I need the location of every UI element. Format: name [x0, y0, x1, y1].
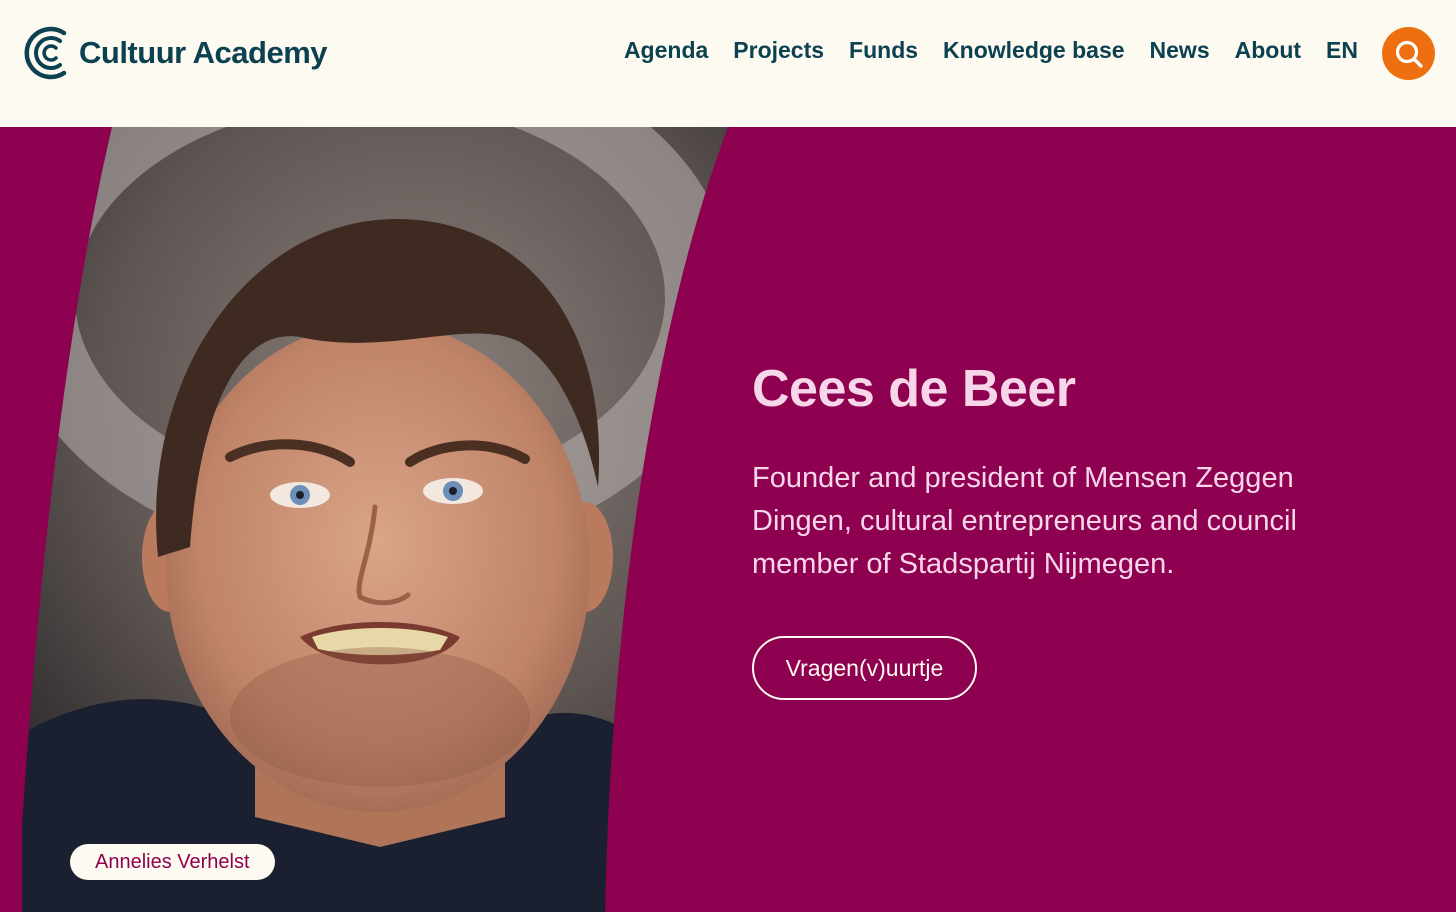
nav-funds[interactable]: Funds: [849, 37, 918, 64]
nav-knowledge-base[interactable]: Knowledge base: [943, 37, 1124, 64]
portrait-photo: [22, 127, 728, 912]
person-name: Cees de Beer: [752, 360, 1076, 418]
hero-section: Cees de Beer Founder and president of Me…: [0, 127, 1456, 912]
logo-link[interactable]: Cultuur Academy: [20, 24, 328, 82]
vragenuurtje-button[interactable]: Vragen(v)uurtje: [752, 636, 977, 700]
nav-agenda[interactable]: Agenda: [624, 37, 708, 64]
photo-credit-badge: Annelies Verhelst: [70, 844, 275, 880]
language-switch[interactable]: EN: [1326, 37, 1358, 64]
nav-projects[interactable]: Projects: [733, 37, 824, 64]
cultuur-academy-logo-icon: [24, 26, 67, 80]
nav-news[interactable]: News: [1150, 37, 1210, 64]
nav-about[interactable]: About: [1235, 37, 1301, 64]
search-button[interactable]: [1382, 27, 1435, 80]
brand-name: Cultuur Academy: [79, 35, 328, 70]
person-description: Founder and president of Mensen Zeggen D…: [752, 462, 1297, 580]
main-nav: Agenda Projects Funds Knowledge base New…: [599, 37, 1358, 64]
search-icon: [1395, 40, 1423, 68]
site-header: Cultuur Academy Agenda Projects Funds Kn…: [0, 0, 1456, 127]
